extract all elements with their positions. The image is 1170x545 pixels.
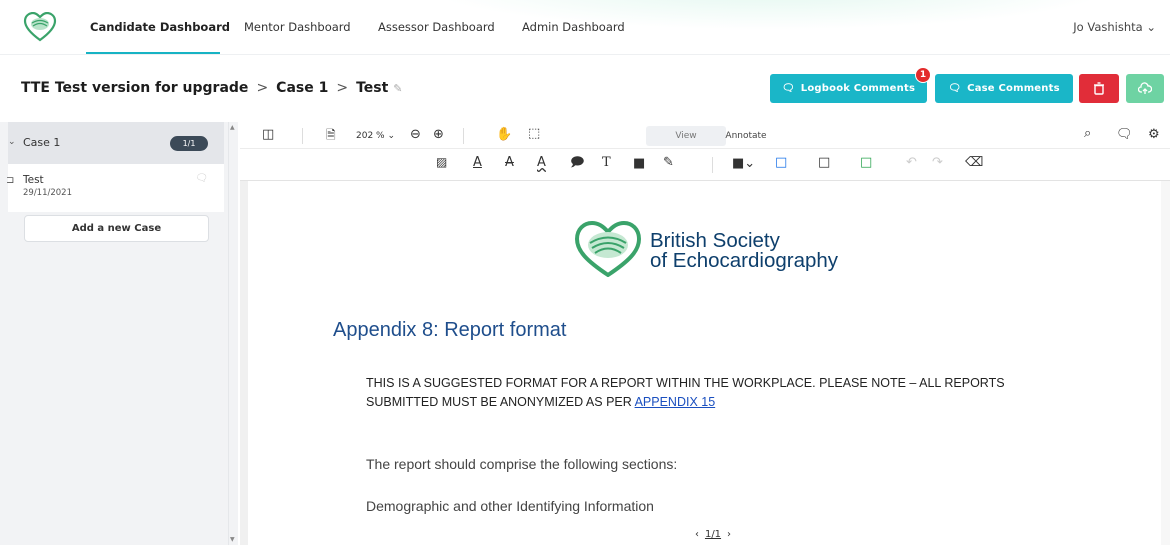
redo-icon[interactable]: ↷ [932, 156, 943, 169]
breadcrumb-case[interactable]: Case 1 [276, 80, 328, 96]
page-fit-icon[interactable]: 🗎 [326, 129, 336, 141]
case-comments-label: Case Comments [967, 83, 1060, 94]
next-page-icon[interactable]: › [727, 529, 731, 540]
scroll-down-icon[interactable]: ▼ [230, 536, 235, 543]
sidebar-toggle-icon[interactable]: ◫ [262, 128, 274, 141]
stroke-color-icon[interactable]: ■⌄ [732, 157, 755, 170]
upload-button[interactable] [1126, 74, 1164, 103]
case-header[interactable]: ⌄ Case 1 1/1 [8, 122, 224, 164]
case-comments-button[interactable]: 🗨 Case Comments [935, 74, 1073, 103]
tab-candidate-dashboard[interactable]: Candidate Dashboard [90, 20, 230, 34]
tab-mentor-dashboard[interactable]: Mentor Dashboard [244, 20, 351, 34]
undo-icon[interactable]: ↶ [906, 156, 917, 169]
tab-assessor-dashboard[interactable]: Assessor Dashboard [378, 20, 495, 34]
marquee-select-icon[interactable]: ⬚ [528, 127, 540, 140]
sidebar-scrollbar[interactable]: ▲ ▼ [228, 122, 237, 545]
edit-icon[interactable]: ✎ [393, 82, 402, 95]
squiggly-icon[interactable]: A [537, 156, 546, 169]
document-viewer[interactable]: British Society of Echocardiography Appe… [240, 181, 1170, 545]
eraser-icon[interactable]: ⌫ [965, 156, 983, 169]
document-paragraph: The report should comprise the following… [366, 456, 678, 472]
toolbar-divider [712, 157, 713, 173]
comment-icon: 🗨 [948, 83, 962, 94]
breadcrumb-separator: > [256, 80, 269, 96]
search-icon[interactable]: ⌕ [1084, 127, 1091, 140]
comment-icon[interactable]: 🗨 [195, 173, 208, 184]
add-case-button[interactable]: Add a new Case [24, 215, 209, 242]
page-navigator: ‹ 1/1 › [677, 524, 749, 545]
document-scrollbar[interactable] [1161, 181, 1170, 545]
case-count-badge: 1/1 [170, 136, 208, 151]
strikeout-icon[interactable]: A [505, 156, 514, 169]
rectangle-green-icon[interactable]: □ [860, 156, 872, 169]
previous-page-icon[interactable]: ‹ [695, 529, 699, 540]
chevron-down-icon[interactable]: ⌄ [8, 137, 16, 147]
zoom-out-icon[interactable]: ⊖ [410, 128, 421, 141]
text-select-icon[interactable]: ▨ [436, 156, 447, 168]
toolbar-divider [302, 128, 303, 144]
settings-gear-icon[interactable]: ⚙ [1148, 128, 1160, 141]
organization-name: British Society of Echocardiography [650, 229, 839, 272]
zoom-select[interactable]: 202 % ⌄ [356, 131, 395, 141]
document-notice: THIS IS A SUGGESTED FORMAT FOR A REPORT … [366, 374, 1066, 412]
cloud-upload-icon [1138, 82, 1152, 94]
case-sidebar: ⌄ Case 1 1/1 Test 29/11/2021 🗨 Add a new… [0, 122, 238, 545]
bse-heart-logo-icon [574, 221, 642, 277]
pen-icon[interactable]: ✎ [663, 156, 674, 169]
breadcrumb: TTE Test version for upgrade > Case 1 > Test… [21, 80, 403, 96]
document-heading: Appendix 8: Report format [333, 319, 567, 341]
rectangle-blue-icon[interactable]: □ [775, 156, 787, 169]
comments-panel-icon[interactable]: 🗨 [1116, 128, 1133, 141]
tab-annotate[interactable]: Annotate [706, 126, 786, 146]
document-page: British Society of Echocardiography Appe… [248, 181, 1170, 545]
delete-button[interactable] [1079, 74, 1119, 103]
toolbar-divider [463, 128, 464, 144]
app-logo-icon[interactable] [23, 12, 57, 42]
annotation-toolbar [240, 149, 1170, 181]
item-date: 29/11/2021 [23, 188, 72, 198]
appendix-link[interactable]: APPENDIX 15 [635, 395, 716, 409]
scroll-up-icon[interactable]: ▲ [230, 124, 235, 131]
breadcrumb-item: Test [356, 80, 389, 96]
logbook-comments-label: Logbook Comments [800, 83, 916, 94]
item-name: Test [23, 174, 44, 186]
sticky-note-icon[interactable]: 🗩 [570, 156, 584, 169]
page-indicator: 1/1 [704, 529, 722, 540]
underline-icon[interactable]: A [473, 156, 482, 169]
org-line-2: of Echocardiography [650, 249, 839, 272]
document-paragraph: Demographic and other Identifying Inform… [366, 498, 654, 514]
breadcrumb-separator: > [336, 80, 349, 96]
case-name: Case 1 [23, 136, 61, 149]
rectangle-black-icon[interactable]: □ [818, 156, 830, 169]
free-text-icon[interactable]: T [602, 156, 611, 169]
fill-color-icon[interactable]: ■ [633, 157, 645, 170]
top-navigation: Candidate Dashboard Mentor Dashboard Ass… [0, 0, 1170, 55]
logbook-comments-button[interactable]: 🗨 Logbook Comments [770, 74, 927, 103]
breadcrumb-project[interactable]: TTE Test version for upgrade [21, 80, 248, 96]
drag-handle-icon[interactable]: ⊐ [6, 175, 14, 186]
user-menu[interactable]: Jo Vashishta ⌄ [1073, 20, 1156, 34]
comment-icon: 🗨 [781, 83, 795, 94]
pan-hand-icon[interactable]: ✋ [496, 128, 512, 141]
zoom-in-icon[interactable]: ⊕ [433, 128, 444, 141]
tab-admin-dashboard[interactable]: Admin Dashboard [522, 20, 625, 34]
active-tab-indicator [86, 52, 220, 54]
trash-icon [1094, 82, 1104, 95]
notification-badge: 1 [915, 67, 931, 83]
list-item[interactable]: Test 29/11/2021 🗨 [8, 164, 224, 212]
org-line-1: British Society [650, 229, 780, 252]
zoom-level: 202 % [356, 131, 385, 141]
